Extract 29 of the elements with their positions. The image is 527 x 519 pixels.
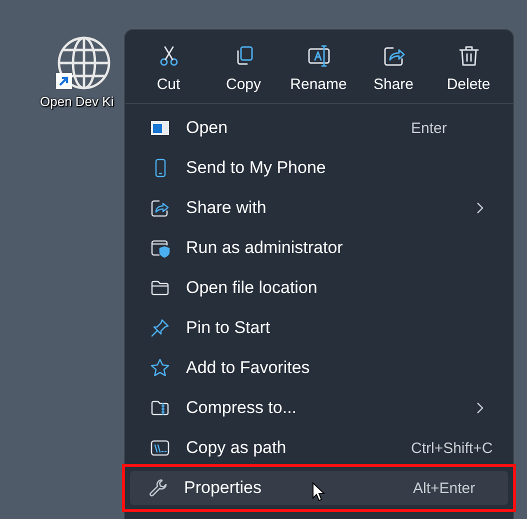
menu-item[interactable]: Copy as path Ctrl+Shift+C xyxy=(132,431,506,465)
path-icon xyxy=(150,438,170,458)
trash-button[interactable]: Delete xyxy=(431,41,506,103)
folder-icon xyxy=(150,278,170,298)
menu-item[interactable]: Add to Favorites xyxy=(132,351,506,385)
shield-window-icon xyxy=(150,238,170,258)
share-button[interactable]: Share xyxy=(356,41,431,103)
window-icon xyxy=(150,118,170,138)
menu-item[interactable]: Share with xyxy=(132,191,506,225)
rename-icon xyxy=(306,44,330,68)
menu-item[interactable]: Open file location xyxy=(132,271,506,305)
copy-button[interactable]: Copy xyxy=(206,41,281,103)
trash-icon xyxy=(456,44,480,68)
scissors-button[interactable]: Cut xyxy=(131,41,206,103)
menu-item[interactable]: Compress to... xyxy=(132,391,506,425)
mouse-pointer-icon xyxy=(312,482,325,502)
rename-button[interactable]: Rename xyxy=(281,41,356,103)
globe-icon[interactable] xyxy=(56,35,112,91)
wrench-icon xyxy=(148,478,168,498)
menu-item[interactable]: Send to My Phone xyxy=(132,151,506,185)
menu-item[interactable]: Run as administrator xyxy=(132,231,506,265)
menu-item[interactable]: Properties Alt+Enter xyxy=(130,471,508,505)
pin-icon xyxy=(150,318,170,338)
zip-folder-icon xyxy=(150,398,170,418)
menu-item[interactable]: Pin to Start xyxy=(132,311,506,345)
menu-item[interactable]: Open Enter xyxy=(132,111,506,145)
share-icon xyxy=(150,198,170,218)
star-icon xyxy=(150,358,170,378)
desktop-icon-label[interactable]: Open Dev Ki xyxy=(40,94,114,109)
